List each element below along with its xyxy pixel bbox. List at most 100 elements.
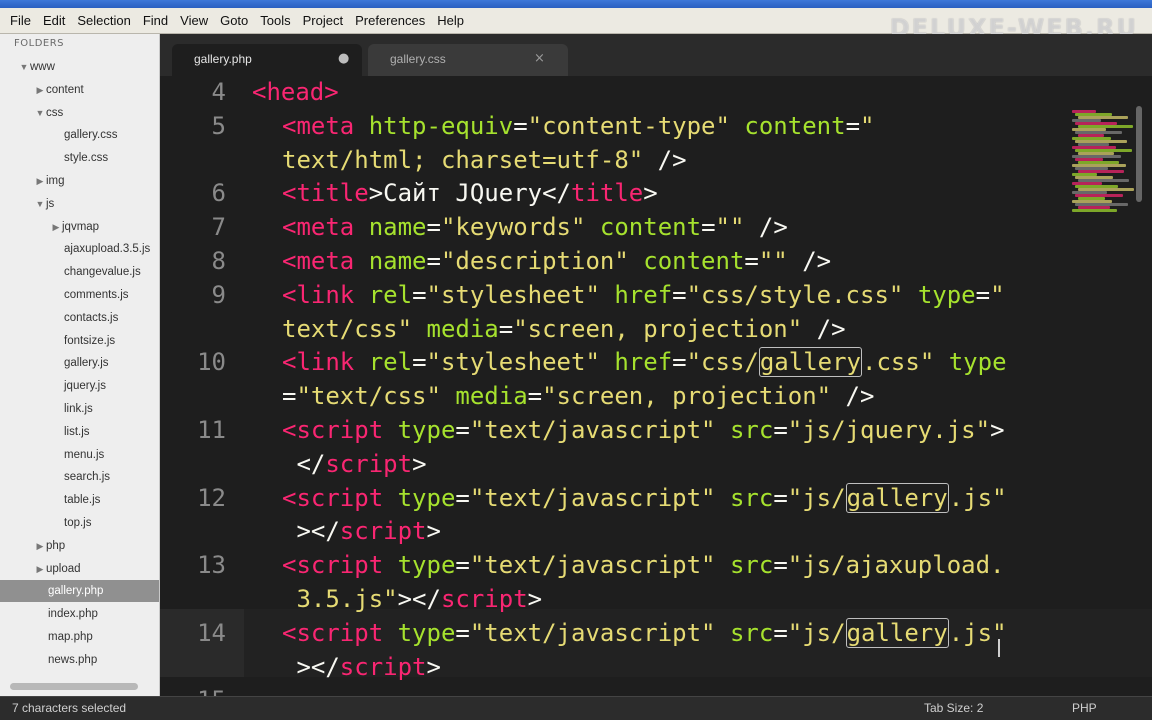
- code-token: script: [325, 449, 413, 478]
- expanded-arrow-icon[interactable]: ▼: [18, 56, 30, 78]
- tree-item[interactable]: comments.js: [0, 284, 159, 306]
- tree-item[interactable]: gallery.css: [0, 124, 159, 146]
- code-token: "text/javascript": [469, 551, 716, 580]
- minimap[interactable]: [1068, 76, 1134, 216]
- tree-item[interactable]: ajaxupload.3.5.js: [0, 238, 159, 260]
- code-token: type: [397, 483, 456, 512]
- code-token: "stylesheet": [426, 280, 600, 309]
- tree-item[interactable]: fontsize.js: [0, 330, 159, 352]
- code-token: "css/style.css": [686, 280, 904, 309]
- tree-item[interactable]: contacts.js: [0, 307, 159, 329]
- code-token: script: [339, 652, 427, 681]
- tree-item[interactable]: menu.js: [0, 444, 159, 466]
- menu-selection[interactable]: Selection: [73, 13, 138, 28]
- tree-item[interactable]: style.css: [0, 147, 159, 169]
- menu-project[interactable]: Project: [299, 13, 351, 28]
- code-token: content: [643, 247, 745, 275]
- code-token: ": [860, 111, 875, 140]
- tab-gallery-php[interactable]: gallery.php ●: [172, 44, 362, 76]
- code-token: script: [339, 517, 427, 546]
- code-token: http-equiv: [368, 111, 514, 140]
- menu-find[interactable]: Find: [139, 13, 176, 28]
- expanded-arrow-icon[interactable]: ▼: [34, 102, 46, 124]
- tree-item-label: jquery.js: [64, 380, 106, 393]
- editor-pane: gallery.php ● gallery.css × 4 <head> 5 <met…: [160, 34, 1152, 696]
- tab-gallery-css[interactable]: gallery.css ×: [368, 44, 568, 76]
- menu-preferences[interactable]: Preferences: [351, 13, 433, 28]
- code-line: <script type="text/javascript" src="js/g…: [282, 482, 1007, 513]
- menu-edit[interactable]: Edit: [39, 13, 73, 28]
- tab-size-status[interactable]: Tab Size: 2: [924, 701, 983, 715]
- code-token: <head>: [252, 78, 339, 106]
- expanded-arrow-icon[interactable]: ▼: [34, 193, 46, 215]
- code-token: =: [498, 314, 514, 343]
- tree-item[interactable]: map.php: [0, 626, 159, 648]
- tree-item[interactable]: ▶ jqvmap: [0, 216, 159, 238]
- code-line: <script type="text/javascript" src="js/a…: [282, 551, 1005, 579]
- code-token: .js": [948, 618, 1007, 647]
- code-token: "js/: [787, 483, 846, 512]
- tree-item[interactable]: ▶ content: [0, 79, 159, 101]
- tree-item[interactable]: ▼ www: [0, 56, 159, 78]
- collapsed-arrow-icon[interactable]: ▶: [34, 535, 46, 557]
- sublime-text-window: File Edit Selection Find View Goto Tools…: [0, 0, 1152, 720]
- tree-item[interactable]: search.js: [0, 466, 159, 488]
- menu-bar: File Edit Selection Find View Goto Tools…: [0, 8, 1152, 42]
- menu-file[interactable]: File: [6, 13, 39, 28]
- tree-item-label: content: [46, 83, 84, 96]
- tree-item-label: js: [46, 197, 55, 210]
- collapsed-arrow-icon[interactable]: ▶: [50, 216, 62, 238]
- collapsed-arrow-icon[interactable]: ▶: [34, 170, 46, 192]
- tree-item[interactable]: gallery.php: [0, 580, 159, 603]
- code-line: <head>: [252, 78, 339, 106]
- unsaved-dot-icon[interactable]: ●: [338, 51, 349, 66]
- menu-view[interactable]: View: [176, 13, 216, 28]
- code-token: "stylesheet": [426, 348, 600, 377]
- tree-item[interactable]: table.js: [0, 489, 159, 511]
- close-icon[interactable]: ×: [534, 51, 545, 66]
- code-token: >: [412, 449, 427, 478]
- menu-goto[interactable]: Goto: [216, 13, 256, 28]
- syntax-status[interactable]: PHP: [1072, 701, 1097, 715]
- tree-item[interactable]: ▶ img: [0, 170, 159, 192]
- tree-item-label: gallery.css: [64, 129, 118, 142]
- editor-vertical-scrollbar[interactable]: [1136, 106, 1142, 202]
- tree-item[interactable]: ▼ css: [0, 102, 159, 124]
- code-token: "screen, projection": [542, 382, 832, 411]
- line-number: 11: [197, 416, 226, 444]
- tree-item[interactable]: jquery.js: [0, 375, 159, 397]
- tree-item[interactable]: news.php: [0, 649, 159, 671]
- collapsed-arrow-icon[interactable]: ▶: [34, 558, 46, 580]
- tree-item[interactable]: list.js: [0, 421, 159, 443]
- code-token: <meta: [282, 213, 355, 242]
- code-token: "css/: [686, 348, 759, 377]
- code-token: =: [426, 247, 441, 275]
- code-editor[interactable]: 4 <head> 5 <meta http-equiv="content-type" …: [160, 76, 1152, 696]
- tree-item-label: php: [46, 539, 66, 552]
- tree-item[interactable]: ▶ upload: [0, 558, 159, 580]
- tree-item[interactable]: gallery.js: [0, 352, 159, 374]
- tree-item[interactable]: ▶ php: [0, 535, 159, 557]
- tree-item[interactable]: index.php: [0, 603, 159, 625]
- tree-item-label: img: [46, 175, 65, 187]
- code-token: name: [368, 213, 427, 242]
- tree-item[interactable]: top.js: [0, 512, 159, 534]
- collapsed-arrow-icon[interactable]: ▶: [34, 79, 46, 101]
- tree-item-label: top.js: [64, 517, 92, 529]
- menu-tools[interactable]: Tools: [256, 13, 298, 28]
- code-token: content: [744, 111, 846, 140]
- tree-item[interactable]: changevalue.js: [0, 261, 159, 283]
- sidebar-horizontal-scrollbar[interactable]: [10, 683, 138, 690]
- code-line: <script type="text/javascript" src="js/j…: [282, 416, 1005, 444]
- window-title-bar: [0, 0, 1152, 8]
- tree-item[interactable]: link.js: [0, 398, 159, 420]
- tree-item[interactable]: ▼ js: [0, 193, 159, 215]
- tree-item-label: search.js: [64, 471, 111, 484]
- code-token: "text/css": [296, 382, 441, 411]
- menu-help[interactable]: Help: [433, 13, 472, 28]
